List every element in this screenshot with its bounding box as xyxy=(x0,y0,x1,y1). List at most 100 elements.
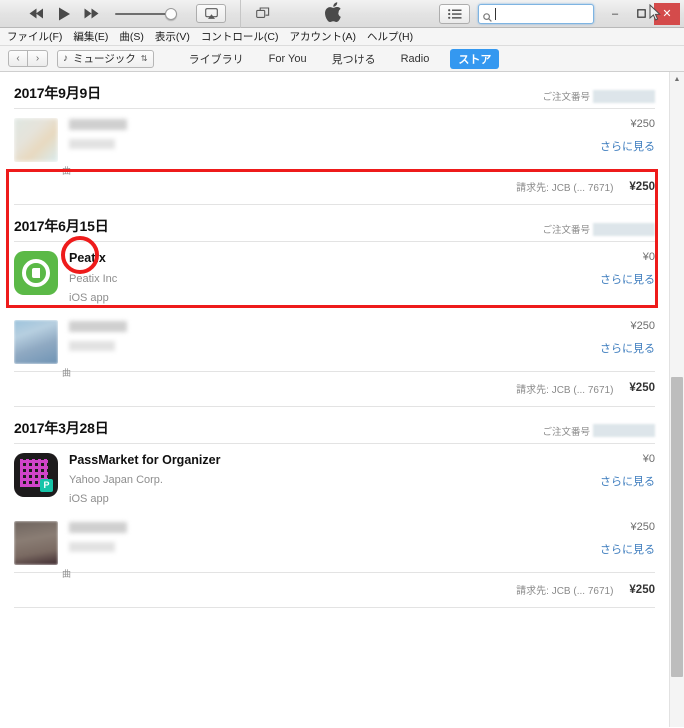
tab-browse[interactable]: 見つける xyxy=(328,49,380,69)
menu-item-help[interactable]: ヘルプ(H) xyxy=(367,29,413,44)
forward-button[interactable]: › xyxy=(28,50,48,67)
music-note-icon: ♪ xyxy=(63,53,68,64)
item-kind-label: 曲 xyxy=(62,569,72,580)
chevron-updown-icon: ⇅ xyxy=(140,53,148,63)
order-header: 2017年9月9日 ご注文番号 xyxy=(14,83,655,109)
volume-slider[interactable] xyxy=(115,6,177,22)
item-price-block: ¥0 さらに見る xyxy=(563,251,655,287)
item-artwork xyxy=(14,251,58,295)
purchase-item[interactable]: Peatix Peatix Inc iOS app ¥0 さらに見る xyxy=(14,242,655,311)
item-title: Peatix xyxy=(69,251,106,265)
menu-item-controls[interactable]: コントロール(C) xyxy=(201,29,279,44)
album-art-blurred xyxy=(14,118,58,162)
menu-item-edit[interactable]: 編集(E) xyxy=(73,29,108,44)
item-kind-label: 曲 xyxy=(62,166,72,176)
passmarket-badge-icon: P xyxy=(40,478,53,492)
more-link[interactable]: さらに見る xyxy=(563,138,655,154)
order-footer: 請求先: JCB (... 7671) ¥250 xyxy=(14,370,655,407)
order-number-redacted xyxy=(593,222,655,236)
item-artist: Peatix Inc xyxy=(69,272,118,285)
more-link[interactable]: さらに見る xyxy=(563,541,655,557)
play-icon[interactable] xyxy=(55,6,73,22)
album-art-blurred xyxy=(14,319,58,364)
order-number-label: ご注文番号 xyxy=(542,225,590,236)
list-view-button[interactable] xyxy=(439,3,470,24)
order-number-label: ご注文番号 xyxy=(542,92,590,103)
order-total: ¥250 xyxy=(629,583,655,596)
item-price: ¥0 xyxy=(642,251,655,263)
tab-radio[interactable]: Radio xyxy=(397,51,434,67)
purchase-item[interactable]: 曲 ¥250 さらに見る xyxy=(14,311,655,378)
menu-item-song[interactable]: 曲(S) xyxy=(119,29,144,44)
item-price: ¥0 xyxy=(642,452,655,465)
item-price-block: ¥250 さらに見る xyxy=(563,521,655,557)
tab-library[interactable]: ライブラリ xyxy=(185,49,248,69)
order-total: ¥250 xyxy=(629,180,655,193)
peatix-app-icon xyxy=(14,251,58,295)
minimize-button[interactable]: – xyxy=(602,3,628,25)
toolbar-right: – ✕ xyxy=(439,2,684,25)
menu-item-view[interactable]: 表示(V) xyxy=(155,29,190,44)
item-price: ¥250 xyxy=(630,319,655,332)
more-link[interactable]: さらに見る xyxy=(563,340,655,356)
tab-store[interactable]: ストア xyxy=(450,48,500,69)
order-number: ご注文番号 xyxy=(542,424,655,438)
item-artist-redacted xyxy=(69,542,115,553)
volume-knob[interactable] xyxy=(165,7,177,20)
billing-info: 請求先: JCB (... 7671) xyxy=(516,384,614,396)
order-footer: 請求先: JCB (... 7671) ¥250 xyxy=(14,169,655,205)
library-selector-label: ミュージック xyxy=(73,53,136,65)
miniplayer-icon[interactable] xyxy=(255,6,271,22)
search-icon xyxy=(483,9,492,22)
purchase-item[interactable]: P PassMarket for Organizer Yahoo Japan C… xyxy=(14,444,655,513)
navigation-bar: ‹ › ♪ ミュージック ⇅ ライブラリ For You 見つける Radio … xyxy=(0,46,684,72)
search-field[interactable] xyxy=(498,8,589,19)
order-number-redacted xyxy=(593,89,655,103)
playback-controls xyxy=(0,4,226,23)
order-group: 2017年9月9日 ご注文番号 曲 ¥250 さらに見る 請求先: JCB (.… xyxy=(14,72,655,205)
item-kind-label: iOS app xyxy=(69,291,109,304)
menu-item-file[interactable]: ファイル(F) xyxy=(7,29,62,44)
item-price-block: ¥0 さらに見る xyxy=(563,453,655,489)
purchase-item[interactable]: 曲 ¥250 さらに見る xyxy=(14,109,655,176)
back-button[interactable]: ‹ xyxy=(8,50,28,67)
item-artist-redacted xyxy=(69,139,115,149)
item-details xyxy=(58,118,563,149)
item-details: PassMarket for Organizer Yahoo Japan Cor… xyxy=(58,453,563,506)
forward-icon[interactable] xyxy=(82,6,100,22)
item-price: ¥250 xyxy=(630,118,655,130)
order-footer: 請求先: JCB (... 7671) ¥250 xyxy=(14,572,655,609)
airplay-icon[interactable] xyxy=(196,4,226,23)
purchase-history-list: 2017年9月9日 ご注文番号 曲 ¥250 さらに見る 請求先: JCB (.… xyxy=(0,72,669,727)
purchase-history-content: 2017年9月9日 ご注文番号 曲 ¥250 さらに見る 請求先: JCB (.… xyxy=(0,72,684,727)
item-price-block: ¥250 さらに見る xyxy=(563,320,655,356)
item-artist-redacted xyxy=(69,340,115,351)
rewind-icon[interactable] xyxy=(28,6,46,22)
order-total: ¥250 xyxy=(629,382,655,395)
order-number-label: ご注文番号 xyxy=(542,426,590,438)
library-selector[interactable]: ♪ ミュージック ⇅ xyxy=(57,49,154,68)
vertical-scrollbar[interactable]: ▲ xyxy=(669,72,684,727)
status-display xyxy=(271,0,661,28)
order-number: ご注文番号 xyxy=(542,89,655,103)
search-input[interactable] xyxy=(478,3,594,24)
menu-item-account[interactable]: アカウント(A) xyxy=(290,29,357,44)
order-header: 2017年6月15日 ご注文番号 xyxy=(14,216,655,242)
item-price: ¥250 xyxy=(630,521,655,534)
scrollbar-thumb[interactable] xyxy=(671,377,683,677)
album-art-blurred xyxy=(14,521,58,566)
tab-for-you[interactable]: For You xyxy=(265,51,311,67)
scroll-up-arrow-icon[interactable]: ▲ xyxy=(670,72,684,86)
item-artwork: P xyxy=(14,452,58,497)
purchase-item[interactable]: 曲 ¥250 さらに見る xyxy=(14,512,655,579)
window-controls: – ✕ xyxy=(602,2,680,25)
more-link[interactable]: さらに見る xyxy=(563,271,655,287)
item-kind-label: 曲 xyxy=(62,367,72,378)
more-link[interactable]: さらに見る xyxy=(563,473,655,489)
text-caret xyxy=(495,7,496,20)
apple-logo xyxy=(324,2,342,25)
item-price-block: ¥250 さらに見る xyxy=(563,118,655,154)
item-artwork: 曲 xyxy=(14,319,71,378)
item-details xyxy=(58,320,563,351)
item-artwork: 曲 xyxy=(14,521,71,579)
